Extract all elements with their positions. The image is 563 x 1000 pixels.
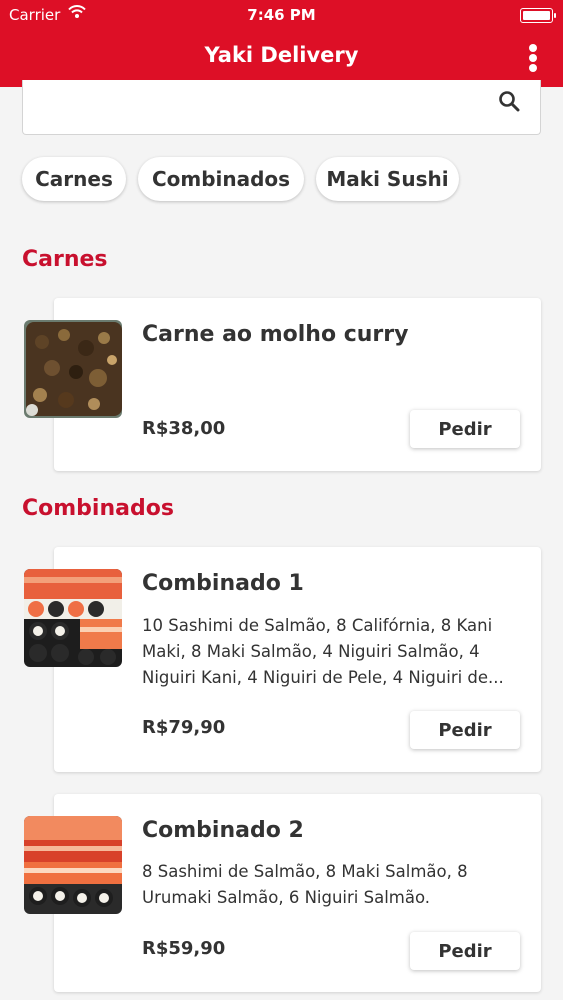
search-bar [22,80,541,135]
order-button[interactable]: Pedir [410,711,520,749]
search-icon[interactable] [498,90,520,112]
item-price: R$59,90 [142,938,226,959]
item-name: Combinado 2 [142,818,304,843]
status-time: 7:46 PM [247,6,316,24]
category-chip-carnes[interactable]: Carnes [22,157,126,201]
sushi-platter-image [24,816,122,914]
item-name: Combinado 1 [142,571,304,596]
item-price: R$38,00 [142,418,226,439]
sushi-platter-image [24,569,122,667]
order-button[interactable]: Pedir [410,410,520,448]
more-vertical-icon[interactable] [528,44,538,72]
curry-dish-image [24,320,122,418]
item-description: 8 Sashimi de Salmão, 8 Maki Salmão, 8 Ur… [142,862,468,907]
app-title: Yaki Delivery [204,43,359,67]
item-name: Carne ao molho curry [142,322,409,347]
menu-item-card[interactable]: Combinado 2 8 Sashimi de Salmão, 8 Maki … [54,794,541,992]
category-chip-maki-sushi[interactable]: Maki Sushi [316,157,459,201]
item-price: R$79,90 [142,717,226,738]
app-header: Carrier 7:46 PM Yaki Delivery [0,0,563,87]
menu-item-card[interactable]: Carne ao molho curry R$38,00 Pedir [54,298,541,471]
status-bar: Carrier 7:46 PM [0,0,563,30]
menu-item-card[interactable]: Combinado 1 10 Sashimi de Salmão, 8 Cali… [54,547,541,772]
section-title-carnes: Carnes [22,247,108,272]
search-input[interactable] [35,96,479,122]
battery-icon [520,8,556,23]
category-chip-combinados[interactable]: Combinados [138,157,304,201]
order-button[interactable]: Pedir [410,932,520,970]
section-title-combinados: Combinados [22,496,174,521]
item-description: 10 Sashimi de Salmão, 8 Califórnia, 8 Ka… [142,616,504,687]
